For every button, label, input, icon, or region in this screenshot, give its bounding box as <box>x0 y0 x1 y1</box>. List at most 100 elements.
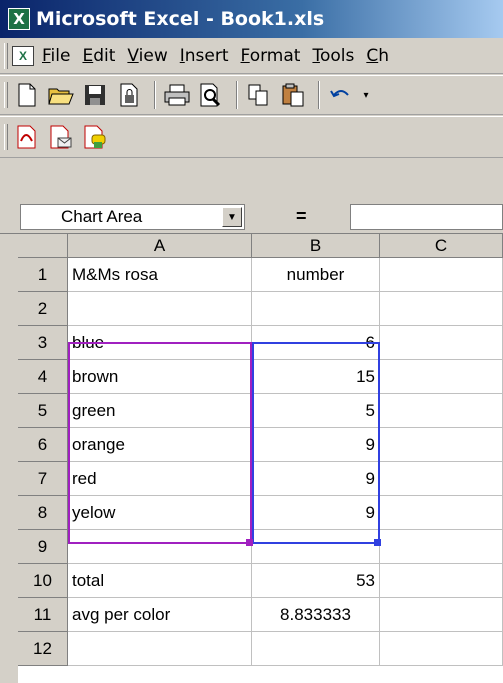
cell-a[interactable] <box>68 632 252 666</box>
table-row: 8 yelow 9 <box>0 496 503 530</box>
menu-bar: X File Edit View Insert Format Tools Ch <box>0 38 503 74</box>
excel-icon[interactable]: X <box>8 8 30 30</box>
row-header[interactable]: 1 <box>18 258 68 292</box>
column-header-row: A B C <box>0 234 503 258</box>
cell-a[interactable]: orange <box>68 428 252 462</box>
cell-a[interactable]: M&Ms rosa <box>68 258 252 292</box>
cell-b[interactable] <box>252 292 380 326</box>
cell-a[interactable]: brown <box>68 360 252 394</box>
cell-b[interactable]: 9 <box>252 462 380 496</box>
toolbar-separator <box>236 81 238 109</box>
pdf-review-icon[interactable] <box>80 122 110 152</box>
row-header[interactable]: 9 <box>18 530 68 564</box>
row-header[interactable]: 6 <box>18 428 68 462</box>
cell-c[interactable] <box>380 292 503 326</box>
formula-bar: Chart Area ▼ = <box>0 200 503 234</box>
menu-insert[interactable]: Insert <box>180 46 229 66</box>
cell-b[interactable]: 9 <box>252 496 380 530</box>
cell-a[interactable] <box>68 292 252 326</box>
cell-a[interactable] <box>68 530 252 564</box>
cell-b[interactable]: 15 <box>252 360 380 394</box>
row-header[interactable]: 4 <box>18 360 68 394</box>
table-row: 10 total 53 <box>0 564 503 598</box>
chevron-down-icon[interactable]: ▼ <box>222 207 242 227</box>
range-resize-handle-labels[interactable] <box>246 539 253 546</box>
cell-c[interactable] <box>380 632 503 666</box>
table-row: 9 <box>0 530 503 564</box>
menu-format[interactable]: Format <box>241 46 301 66</box>
cell-c[interactable] <box>380 598 503 632</box>
range-resize-handle-values[interactable] <box>374 539 381 546</box>
cell-a[interactable]: yelow <box>68 496 252 530</box>
cell-c[interactable] <box>380 428 503 462</box>
undo-dropdown-icon[interactable]: ▾ <box>360 80 372 110</box>
cell-a[interactable]: red <box>68 462 252 496</box>
pdf-convert-icon[interactable] <box>12 122 42 152</box>
permission-icon[interactable] <box>114 80 144 110</box>
cell-a[interactable]: blue <box>68 326 252 360</box>
cell-b[interactable]: 6 <box>252 326 380 360</box>
cell-b[interactable]: 8.833333 <box>252 598 380 632</box>
menubar-grip[interactable] <box>4 42 8 69</box>
table-row: 4 brown 15 <box>0 360 503 394</box>
row-header[interactable]: 3 <box>18 326 68 360</box>
cell-a[interactable]: total <box>68 564 252 598</box>
row-header[interactable]: 7 <box>18 462 68 496</box>
pdf-email-icon[interactable] <box>46 122 76 152</box>
new-icon[interactable] <box>12 80 42 110</box>
paste-icon[interactable] <box>278 80 308 110</box>
standard-toolbar: ▾ <box>0 75 503 115</box>
formula-equals[interactable]: = <box>296 206 307 227</box>
document-icon[interactable]: X <box>12 45 34 66</box>
menu-view[interactable]: View <box>127 46 167 66</box>
name-box[interactable]: Chart Area ▼ <box>20 204 245 230</box>
row-header[interactable]: 8 <box>18 496 68 530</box>
print-preview-icon[interactable] <box>196 80 226 110</box>
row-header[interactable]: 10 <box>18 564 68 598</box>
row-header[interactable]: 5 <box>18 394 68 428</box>
menu-tools[interactable]: Tools <box>312 46 354 66</box>
cell-b[interactable]: number <box>252 258 380 292</box>
cell-c[interactable] <box>380 530 503 564</box>
cell-b[interactable] <box>252 632 380 666</box>
menu-file[interactable]: File <box>42 46 70 66</box>
cell-a[interactable]: green <box>68 394 252 428</box>
formula-input[interactable] <box>350 204 503 230</box>
cell-c[interactable] <box>380 496 503 530</box>
cell-c[interactable] <box>380 462 503 496</box>
undo-icon[interactable] <box>326 80 356 110</box>
cell-a[interactable]: avg per color <box>68 598 252 632</box>
cell-c[interactable] <box>380 326 503 360</box>
cell-c[interactable] <box>380 394 503 428</box>
column-header-c[interactable]: C <box>380 234 503 258</box>
save-icon[interactable] <box>80 80 110 110</box>
select-all-corner[interactable] <box>18 234 68 258</box>
toolbar-grip[interactable] <box>4 124 8 150</box>
table-row: 5 green 5 <box>0 394 503 428</box>
window-title: Microsoft Excel - Book1.xls <box>36 8 325 30</box>
print-icon[interactable] <box>162 80 192 110</box>
table-row: 12 <box>0 632 503 666</box>
column-header-b[interactable]: B <box>252 234 380 258</box>
cell-b[interactable]: 9 <box>252 428 380 462</box>
row-header[interactable]: 11 <box>18 598 68 632</box>
copy-icon[interactable] <box>244 80 274 110</box>
row-header[interactable]: 12 <box>18 632 68 666</box>
cell-b[interactable]: 5 <box>252 394 380 428</box>
toolbar-separator <box>318 81 320 109</box>
cell-b[interactable] <box>252 530 380 564</box>
pdf-toolbar <box>0 116 503 158</box>
menu-edit[interactable]: Edit <box>82 46 115 66</box>
column-header-a[interactable]: A <box>68 234 252 258</box>
table-row: 1 M&Ms rosa number <box>0 258 503 292</box>
row-header[interactable]: 2 <box>18 292 68 326</box>
toolbar-grip[interactable] <box>4 82 8 108</box>
cell-c[interactable] <box>380 360 503 394</box>
open-icon[interactable] <box>46 80 76 110</box>
cell-c[interactable] <box>380 258 503 292</box>
cell-b[interactable]: 53 <box>252 564 380 598</box>
toolbar-separator <box>154 81 156 109</box>
cell-c[interactable] <box>380 564 503 598</box>
table-row: 6 orange 9 <box>0 428 503 462</box>
menu-chart[interactable]: Ch <box>366 46 389 66</box>
